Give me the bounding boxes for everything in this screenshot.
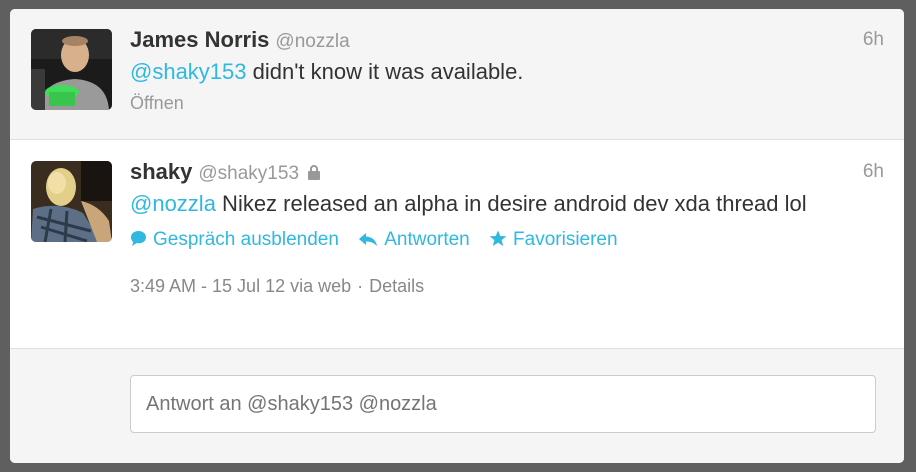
tweet-header: shaky @shaky153 xyxy=(130,159,884,185)
tweet-actions: Gespräch ausblenden Antworten Favorisier… xyxy=(130,226,884,254)
tweet-text: @shaky153 didn't know it was available. xyxy=(130,56,884,87)
star-icon xyxy=(489,230,507,246)
tweet-content: shaky @shaky153 6h @nozzla Nikez released… xyxy=(130,159,884,298)
author-username[interactable]: @nozzla xyxy=(275,31,349,52)
meta-separator: · xyxy=(357,276,364,296)
tweet-meta: 3:49 AM - 15 Jul 12 via web · Details xyxy=(130,274,884,298)
hide-conversation-button[interactable]: Gespräch ausblenden xyxy=(130,226,339,254)
mention-link[interactable]: @shaky153 xyxy=(130,59,247,84)
tweet-james-norris[interactable]: James Norris @nozzla 6h @shaky153 didn't … xyxy=(10,9,904,140)
hide-conversation-label: Gespräch ausblenden xyxy=(153,229,339,250)
reply-button[interactable]: Antworten xyxy=(358,226,470,254)
timestamp-link[interactable]: 3:49 AM - 15 Jul 12 xyxy=(130,276,285,296)
avatar[interactable] xyxy=(31,161,112,242)
tweet-time[interactable]: 6h xyxy=(863,159,884,185)
author-fullname[interactable]: shaky xyxy=(130,159,192,184)
tweet-text-body: didn't know it was available. xyxy=(246,59,524,84)
via-source: via web xyxy=(290,276,352,296)
favorite-label: Favorisieren xyxy=(513,229,618,250)
details-link[interactable]: Details xyxy=(369,276,424,296)
author-fullname[interactable]: James Norris xyxy=(130,27,269,52)
tweet-shaky[interactable]: shaky @shaky153 6h @nozzla Nikez released… xyxy=(10,140,904,349)
mention-link[interactable]: @nozzla xyxy=(130,191,216,216)
tweet-content: James Norris @nozzla 6h @shaky153 didn't … xyxy=(130,27,884,115)
favorite-button[interactable]: Favorisieren xyxy=(489,226,618,254)
speech-bubble-icon xyxy=(131,231,146,246)
avatar[interactable] xyxy=(31,29,112,110)
author-username[interactable]: @shaky153 xyxy=(198,163,299,184)
tweet-time[interactable]: 6h xyxy=(863,27,884,53)
tweet-text-body: Nikez released an alpha in desire androi… xyxy=(215,191,807,216)
reply-input[interactable] xyxy=(130,375,876,433)
reply-label: Antworten xyxy=(384,229,470,250)
reply-arrow-icon xyxy=(359,233,378,246)
expand-link[interactable]: Öffnen xyxy=(130,91,884,115)
tweet-text: @nozzla Nikez released an alpha in desir… xyxy=(130,188,884,219)
tweet-header: James Norris @nozzla xyxy=(130,27,884,53)
reply-area xyxy=(10,349,904,463)
lock-icon xyxy=(308,163,321,189)
tweet-card: James Norris @nozzla 6h @shaky153 didn't … xyxy=(10,9,904,463)
